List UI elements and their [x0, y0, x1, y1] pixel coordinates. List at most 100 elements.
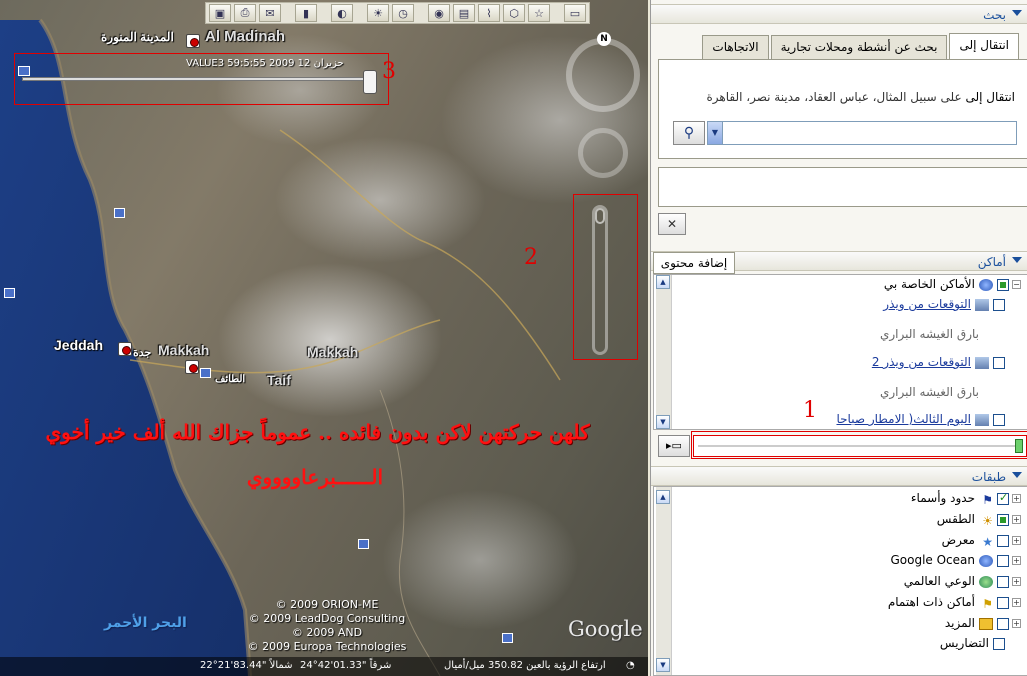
makkah-label-en: Makkah: [158, 342, 210, 358]
layer-item[interactable]: + ⚑ أماكن ذات اهتمام: [888, 595, 1021, 611]
layer-item[interactable]: + ★ معرض: [942, 533, 1021, 549]
places-header-label: أماكن: [977, 255, 1006, 269]
expand-icon[interactable]: +: [1012, 556, 1021, 565]
checkbox[interactable]: [993, 298, 1005, 311]
layer-item[interactable]: + ☀ الطقس: [937, 512, 1021, 528]
places-item-label[interactable]: اليوم الثالث( الامطار صباحا: [836, 412, 971, 426]
north-indicator[interactable]: N: [597, 32, 611, 46]
checkbox[interactable]: [997, 278, 1009, 291]
layer-item[interactable]: + ⚑ حدود وأسماء: [911, 491, 1021, 507]
print-icon[interactable]: ⎙: [234, 4, 256, 22]
expand-icon[interactable]: +: [1012, 515, 1021, 524]
scroll-down-icon[interactable]: ▼: [656, 658, 670, 672]
madinah-marker[interactable]: [186, 34, 200, 48]
clear-search-button[interactable]: ✕: [658, 213, 686, 235]
layers-section-header[interactable]: طبقات: [651, 466, 1027, 486]
placemark-pin[interactable]: [358, 539, 369, 549]
tab-find-businesses[interactable]: بحث عن أنشطة ومحلات تجارية: [770, 35, 948, 59]
scroll-up-icon[interactable]: ▲: [656, 490, 670, 504]
checkbox[interactable]: [993, 637, 1005, 650]
search-section-header[interactable]: بحث: [651, 4, 1027, 24]
time-slider-settings-icon[interactable]: [18, 66, 30, 76]
placemark-icon[interactable]: ☆: [528, 4, 550, 22]
search-input[interactable]: [722, 121, 1017, 145]
layer-item[interactable]: + Google Ocean: [890, 553, 1021, 567]
places-item-desc: بارق الغيشه البراري: [879, 327, 979, 341]
tab-fly-to[interactable]: انتقال إلى: [949, 33, 1019, 59]
places-item-label[interactable]: التوقعات من ويذر: [883, 297, 971, 311]
checkbox[interactable]: [997, 513, 1009, 526]
search-button[interactable]: ⚲: [673, 121, 705, 145]
layer-item[interactable]: + الوعي العالمي: [904, 574, 1021, 588]
layer-item[interactable]: + المزيد: [945, 616, 1021, 630]
checkbox[interactable]: [997, 554, 1009, 567]
scroll-down-icon[interactable]: ▼: [656, 415, 670, 429]
places-item-label[interactable]: التوقعات من ويذر 2: [872, 355, 971, 369]
makkah-marker[interactable]: [185, 360, 199, 374]
time-slider-thumb[interactable]: [363, 70, 377, 94]
placemark-pin[interactable]: [200, 368, 211, 378]
places-item[interactable]: التوقعات من ويذر 2: [872, 355, 1005, 369]
note-line-2: الــــــبرعاووووي: [246, 465, 384, 489]
sun-icon[interactable]: ☀: [367, 4, 389, 22]
places-item[interactable]: اليوم الثالث( الامطار صباحا: [836, 412, 1005, 426]
search-header-label: بحث: [983, 8, 1006, 22]
collapse-triangle-icon[interactable]: [1012, 472, 1022, 478]
time-slider[interactable]: [18, 66, 377, 94]
add-content-button[interactable]: إضافة محتوى: [653, 252, 735, 274]
navigation-compass[interactable]: [566, 38, 640, 112]
zoom-slider-knob[interactable]: [595, 208, 605, 224]
checkbox[interactable]: [993, 356, 1005, 369]
zoom-slider[interactable]: [592, 205, 608, 355]
layer-icon: [975, 413, 989, 426]
folder-options-button[interactable]: ▭▸: [658, 435, 690, 457]
placemark-pin[interactable]: [114, 208, 125, 218]
checkbox[interactable]: [997, 596, 1009, 609]
checkbox[interactable]: [993, 413, 1005, 426]
places-scrollbar[interactable]: ▲ ▼: [656, 275, 672, 429]
places-item[interactable]: التوقعات من ويذر: [883, 297, 1005, 311]
latitude-readout: 22°21'83.44" شمالاً: [200, 660, 293, 671]
path-icon[interactable]: ⌇: [478, 4, 500, 22]
search-dropdown-icon[interactable]: ▼: [707, 121, 723, 145]
annotation-number-2: 2: [524, 245, 538, 270]
layers-scrollbar[interactable]: ▲ ▼: [656, 487, 672, 675]
polygon-icon[interactable]: ⬡: [503, 4, 525, 22]
checkbox[interactable]: [997, 575, 1009, 588]
expand-icon[interactable]: +: [1012, 577, 1021, 586]
tab-directions[interactable]: الاتجاهات: [702, 35, 769, 59]
annotation-number-1: 1: [803, 398, 817, 423]
checkbox[interactable]: [997, 617, 1009, 630]
search-hint-example: على سبيل المثال، عباس العقاد، مدينة نصر،…: [706, 90, 962, 104]
history-icon[interactable]: ◷: [392, 4, 414, 22]
google-logo: Google: [568, 617, 643, 641]
copyright-line: © 2009 AND: [291, 626, 363, 639]
layer-item[interactable]: التضاريس: [940, 636, 1005, 650]
collapse-triangle-icon[interactable]: [1012, 257, 1022, 263]
google-maps-icon[interactable]: ▭: [564, 4, 586, 22]
expand-icon[interactable]: +: [1012, 536, 1021, 545]
map-view[interactable]: ▣ ⎙ ✉ ▮ ◐ ☀ ◷ ◉ ▤ ⌇ ⬡ ☆ ▭ المدينة المنور…: [0, 0, 648, 676]
collapse-icon[interactable]: −: [1012, 280, 1021, 289]
placemark-pin[interactable]: [4, 288, 15, 298]
expand-icon[interactable]: +: [1012, 494, 1021, 503]
expand-icon[interactable]: +: [1012, 619, 1021, 628]
placemark-pin[interactable]: [502, 633, 513, 643]
checkbox[interactable]: [997, 534, 1009, 547]
sidebar-icon[interactable]: ▣: [209, 4, 231, 22]
email-icon[interactable]: ✉: [259, 4, 281, 22]
expand-icon[interactable]: +: [1012, 598, 1021, 607]
image-overlay-icon[interactable]: ▤: [453, 4, 475, 22]
time-slider-track[interactable]: [22, 77, 372, 81]
planets-icon[interactable]: ◐: [331, 4, 353, 22]
search-body: انتقال إلى على سبيل المثال، عباس العقاد،…: [658, 59, 1027, 159]
checkbox[interactable]: [997, 491, 1009, 505]
jeddah-marker[interactable]: [118, 342, 132, 356]
folder-icon: ▭▸: [666, 439, 682, 452]
ruler-icon[interactable]: ▮: [295, 4, 317, 22]
record-tour-icon[interactable]: ◉: [428, 4, 450, 22]
scroll-up-icon[interactable]: ▲: [656, 275, 670, 289]
look-joystick[interactable]: [578, 128, 628, 178]
collapse-triangle-icon[interactable]: [1012, 10, 1022, 16]
places-item[interactable]: − الأماكن الخاصة بي: [884, 277, 1021, 291]
